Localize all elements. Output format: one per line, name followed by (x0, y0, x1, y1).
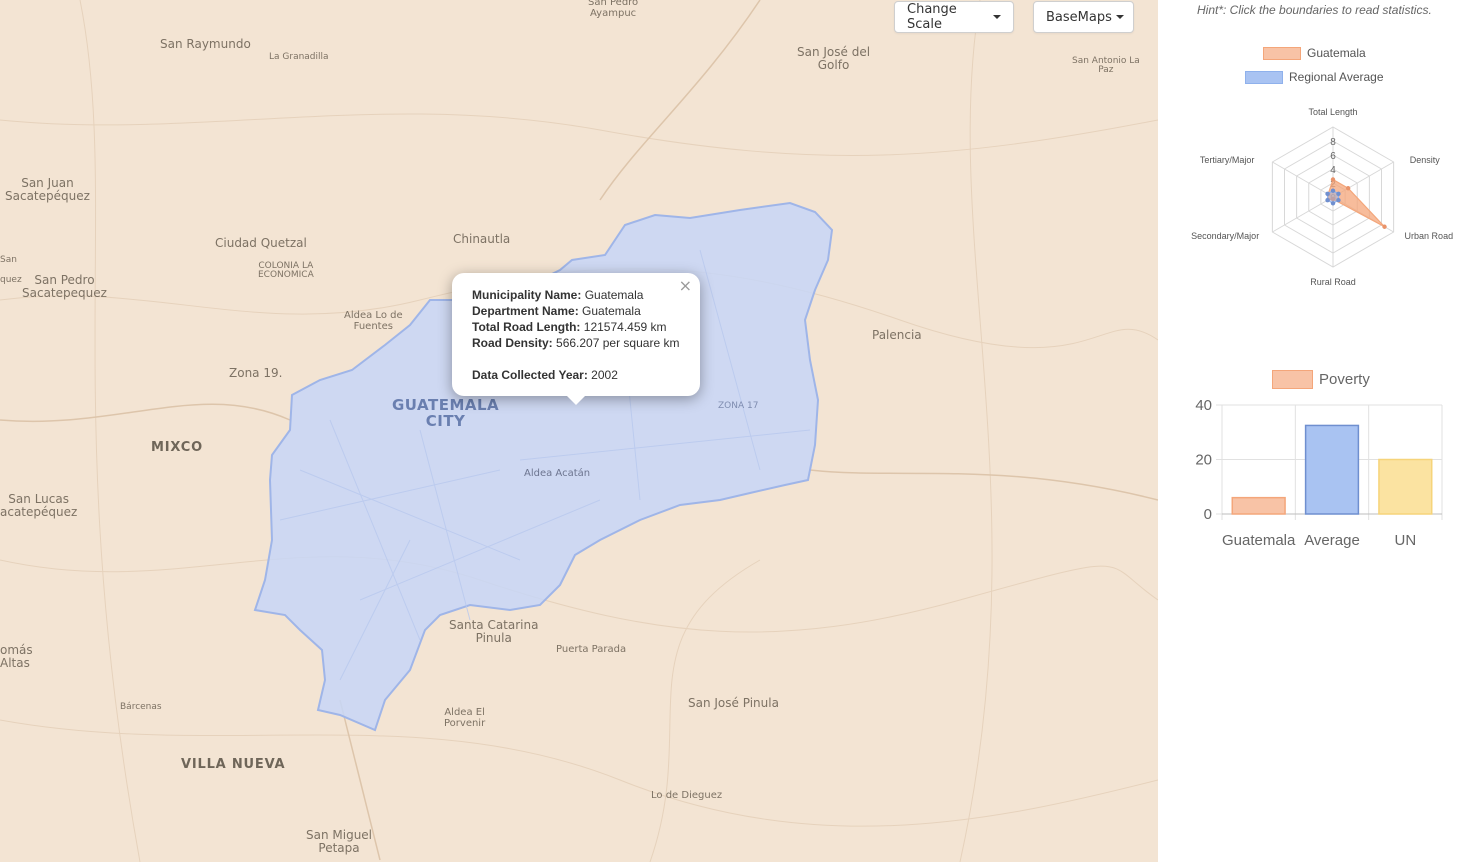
place-label: La Granadilla (269, 52, 329, 62)
bar-x-tick-label: Average (1304, 532, 1360, 549)
radar-spoke (1272, 161, 1334, 198)
hint-text: Hint*: Click the boundaries to read stat… (1197, 3, 1432, 17)
info-popup: × Municipality Name: Guatemala Departmen… (452, 273, 700, 405)
radar-axis-label: Density (1410, 155, 1441, 165)
radar-axis-label: Tertiary/Major (1200, 155, 1255, 165)
radar-spoke (1272, 196, 1334, 233)
poverty-bar-chart: 0 20 40 Guatemala Average UN (1195, 397, 1443, 549)
place-label: COLONIA LA ECONOMICA (258, 261, 314, 281)
radar-tick-label: 4 (1330, 165, 1336, 176)
year-value: 2002 (591, 368, 618, 382)
municipality-value: Guatemala (584, 288, 644, 302)
radar-tick-label: 8 (1330, 137, 1336, 148)
place-label: San José Pinula (688, 696, 779, 710)
municipality-label: Municipality Name: (472, 288, 582, 302)
legend-label: Guatemala (1307, 46, 1366, 60)
year-row: Data Collected Year: 2002 (472, 367, 682, 383)
place-label: Santa Catarina Pinula (449, 618, 539, 645)
place-label: omás Altas (0, 643, 33, 670)
change-scale-label: Change Scale (907, 2, 957, 32)
place-label: Aldea Acatán (524, 468, 591, 479)
map-base-layer (0, 0, 1158, 862)
place-label: San Antonio La Paz (1072, 56, 1140, 76)
popup-tip (566, 395, 586, 405)
bar-y-tick-label: 0 (1204, 506, 1212, 523)
close-icon[interactable]: × (679, 276, 692, 295)
change-scale-button[interactable]: Change Scale (894, 1, 1014, 33)
bar-x-tick-label: Guatemala (1222, 532, 1296, 549)
place-label: Palencia (872, 328, 922, 342)
radar-axis-label: Secondary/Major (1191, 231, 1259, 241)
road-density-value: 566.207 per square km (556, 336, 680, 350)
legend-label: Poverty (1319, 371, 1370, 388)
place-label: San Miguel Petapa (306, 828, 373, 855)
place-label: San Pedro Ayampuc (588, 0, 639, 19)
place-label: Aldea Lo de Fuentes (344, 310, 403, 332)
radar-point[interactable] (1325, 191, 1330, 197)
road-density-label: Road Density: (472, 336, 553, 350)
legend-item-regional[interactable]: Regional Average (1245, 70, 1384, 84)
bar-y-tick-label: 40 (1195, 397, 1212, 414)
place-label: Puerta Parada (556, 644, 627, 655)
year-label: Data Collected Year: (472, 368, 588, 382)
place-label: Aldea El Porvenir (444, 707, 486, 729)
basemaps-label: BaseMaps (1046, 9, 1112, 25)
bar-guatemala[interactable] (1231, 496, 1286, 515)
radar-point[interactable] (1336, 197, 1341, 203)
place-label: GUATEMALA CITY (392, 396, 500, 430)
place-label: Chinautla (453, 232, 511, 246)
place-label: ZONA 17 (718, 401, 759, 411)
place-label: San Pedro Sacatepequez (22, 273, 107, 300)
radar-chart: 02468Total LengthDensityUrban RoadRural … (1191, 107, 1454, 287)
basemaps-button[interactable]: BaseMaps (1033, 1, 1134, 33)
road-length-row: Total Road Length: 121574.459 km (472, 319, 682, 335)
place-label: San Lucas acatepéquez (0, 492, 78, 519)
legend-swatch (1272, 370, 1313, 389)
place-label: VILLA NUEVA (181, 757, 286, 772)
radar-point[interactable] (1330, 201, 1336, 206)
legend-label: Regional Average (1289, 70, 1384, 84)
department-value: Guatemala (582, 304, 641, 318)
bar-un[interactable] (1378, 458, 1433, 515)
radar-axis-label: Total Length (1308, 107, 1357, 117)
place-label: Bárcenas (120, 702, 162, 712)
bar-y-tick-label: 20 (1195, 452, 1212, 469)
road-density-row: Road Density: 566.207 per square km (472, 335, 682, 351)
radar-point[interactable] (1345, 186, 1351, 191)
place-label: San José del Golfo (797, 45, 871, 72)
road-length-value: 121574.459 km (583, 320, 667, 334)
caret-down-icon (1115, 15, 1124, 19)
radar-tick-label: 6 (1330, 151, 1336, 162)
place-label: San Raymundo (160, 37, 251, 51)
place-label: San Juan Sacatepéquez (5, 176, 90, 203)
road-length-label: Total Road Length: (472, 320, 581, 334)
sidebar: Hint*: Click the boundaries to read stat… (1158, 0, 1477, 862)
radar-axis-label: Urban Road (1405, 231, 1454, 241)
radar-point[interactable] (1325, 197, 1330, 203)
caret-down-icon (993, 15, 1001, 19)
place-label: Ciudad Quetzal (215, 236, 307, 250)
department-row: Department Name: Guatemala (472, 303, 682, 319)
legend-item-guatemala[interactable]: Guatemala (1263, 46, 1366, 60)
radar-axis-label: Rural Road (1310, 277, 1356, 287)
place-label: Lo de Dieguez (651, 790, 723, 801)
bar-average[interactable] (1304, 424, 1360, 515)
legend-swatch (1245, 70, 1283, 84)
radar-series-guatemala[interactable] (1327, 178, 1385, 228)
radar-point[interactable] (1336, 191, 1341, 197)
radar-point[interactable] (1330, 177, 1336, 182)
place-label: MIXCO (151, 440, 203, 455)
place-label: Zona 19. (229, 366, 283, 380)
place-label: quez (0, 275, 22, 285)
place-label: San (0, 255, 17, 265)
legend-item-poverty[interactable]: Poverty (1272, 370, 1370, 389)
bar-x-tick-label: UN (1394, 532, 1416, 549)
department-label: Department Name: (472, 304, 579, 318)
map-view[interactable]: San Pedro Ayampuc San Raymundo La Granad… (0, 0, 1158, 862)
radar-point[interactable] (1382, 224, 1387, 229)
radar-point[interactable] (1330, 188, 1336, 193)
municipality-row: Municipality Name: Guatemala (472, 287, 682, 303)
legend-swatch (1263, 46, 1301, 60)
